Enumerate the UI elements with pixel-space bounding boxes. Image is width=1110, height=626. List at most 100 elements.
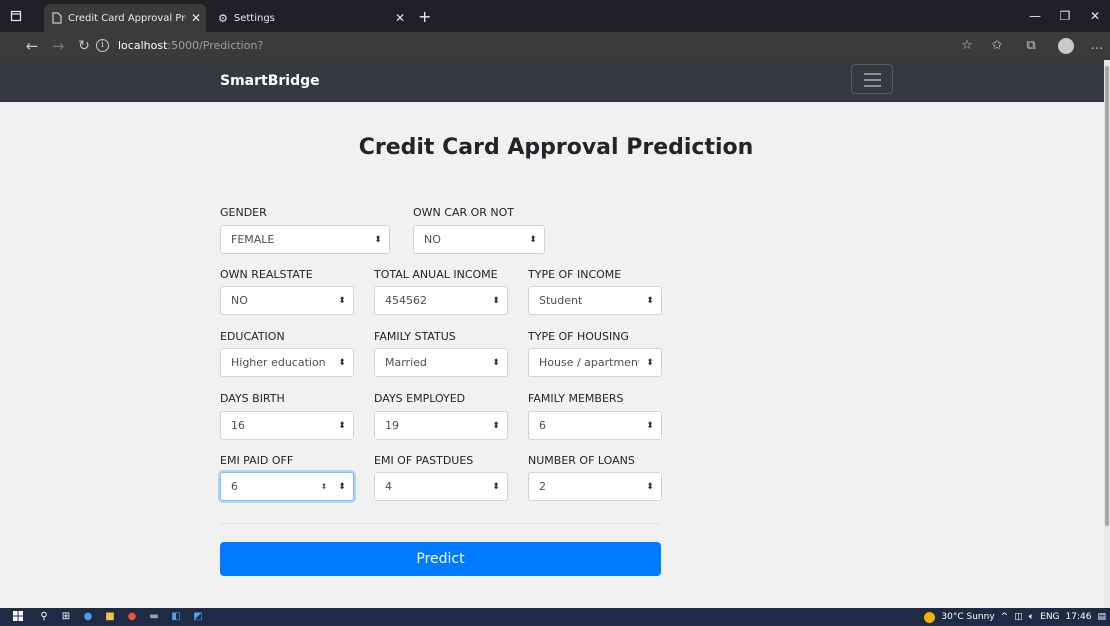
days-birth-select[interactable]: 16 ⬍ — [220, 411, 354, 440]
select-arrows-icon: ⬍ — [492, 420, 500, 431]
tab-actions-icon[interactable] — [10, 0, 22, 32]
family-status-value: Married — [385, 356, 427, 369]
days-birth-label: DAYS BIRTH — [220, 392, 285, 405]
scrollbar-thumb[interactable] — [1105, 66, 1109, 526]
number-of-loans-value: 2 — [539, 480, 546, 493]
tab-settings[interactable]: ⚙ Settings ✕ — [210, 4, 410, 32]
photos-icon[interactable]: ◩ — [192, 611, 204, 623]
windows-start-icon[interactable] — [12, 611, 24, 623]
family-status-label: FAMILY STATUS — [374, 330, 456, 343]
gender-label: GENDER — [220, 206, 267, 219]
select-arrows-icon: ⬍ — [646, 420, 654, 431]
own-car-select[interactable]: NO ⬍ — [413, 225, 545, 254]
own-realstate-select[interactable]: NO ⬍ — [220, 286, 354, 315]
url-host: localhost — [118, 39, 168, 52]
site-navbar: SmartBridge — [0, 60, 1104, 102]
more-options-icon[interactable]: … — [1086, 32, 1108, 60]
back-icon[interactable]: ← — [20, 32, 44, 60]
income-type-value: Student — [539, 294, 583, 307]
family-members-label: FAMILY MEMBERS — [528, 392, 624, 405]
emi-paid-off-value: 6 — [231, 480, 238, 493]
own-realstate-label: OWN REALSTATE — [220, 268, 313, 281]
spinner-arrows-icon[interactable]: ⬍ — [317, 482, 331, 491]
tab-title: Settings — [233, 12, 275, 24]
navbar-brand[interactable]: SmartBridge — [220, 60, 320, 102]
own-car-label: OWN CAR OR NOT — [413, 206, 515, 219]
tab-credit-card-approval[interactable]: Credit Card Approval Prediction ✕ — [44, 4, 206, 32]
favorites-list-icon[interactable]: ✩ — [986, 32, 1008, 60]
income-type-select[interactable]: Student ⬍ — [528, 286, 662, 315]
url-path: :5000/Prediction? — [167, 39, 264, 52]
total-income-select[interactable]: 454562 ⬍ — [374, 286, 508, 315]
forward-icon[interactable]: → — [46, 32, 70, 60]
system-tray: 30°C Sunny ^ ◫ 🔈︎ ENG 17:46 ▤ — [924, 608, 1106, 626]
gender-select[interactable]: FEMALE ⬍ — [220, 225, 390, 254]
url-field[interactable]: localhost:5000/Prediction? — [118, 32, 263, 60]
family-members-select[interactable]: 6 ⬍ — [528, 411, 662, 440]
page-icon — [52, 12, 62, 24]
file-explorer-icon[interactable]: ■ — [104, 611, 116, 623]
close-window-icon[interactable]: ✕ — [1080, 0, 1110, 32]
network-icon[interactable]: ◫ — [1014, 612, 1023, 622]
weather-sun-icon — [924, 611, 936, 623]
chrome-icon[interactable]: ● — [126, 611, 138, 623]
notifications-icon[interactable]: ▤ — [1097, 612, 1106, 622]
window-controls: — ❐ ✕ — [1020, 0, 1110, 32]
predict-button[interactable]: Predict — [220, 542, 661, 576]
select-arrows-icon: ⬍ — [492, 357, 500, 368]
number-of-loans-label: NUMBER OF LOANS — [528, 454, 635, 467]
select-arrows-icon: ⬍ — [529, 234, 537, 245]
emi-paid-off-label: EMI PAID OFF — [220, 454, 294, 467]
weather-text[interactable]: 30°C Sunny — [941, 612, 994, 622]
favorite-star-icon[interactable]: ☆ — [956, 32, 978, 60]
select-arrows-icon: ⬍ — [646, 481, 654, 492]
minimize-icon[interactable]: — — [1020, 0, 1050, 32]
housing-type-select[interactable]: House / apartment ⬍ — [528, 348, 662, 377]
page-scrollbar[interactable] — [1104, 60, 1110, 608]
volume-icon[interactable]: 🔈︎ — [1029, 612, 1034, 622]
own-realstate-value: NO — [231, 294, 248, 307]
clock[interactable]: 17:46 — [1066, 612, 1092, 622]
select-arrows-icon: ⬍ — [338, 357, 346, 368]
days-birth-value: 16 — [231, 419, 245, 432]
profile-avatar[interactable] — [1058, 38, 1074, 54]
navbar-toggler-button[interactable] — [851, 64, 893, 94]
browser-tab-strip: Credit Card Approval Prediction ✕ ⚙ Sett… — [0, 0, 1110, 32]
total-income-value: 454562 — [385, 294, 427, 307]
gear-icon: ⚙ — [218, 11, 228, 25]
restore-icon[interactable]: ❐ — [1050, 0, 1080, 32]
total-income-label: TOTAL ANUAL INCOME — [374, 268, 498, 281]
edge-icon[interactable]: ● — [82, 611, 94, 623]
app-icon[interactable]: ▬ — [148, 611, 160, 623]
site-info-icon[interactable]: i — [96, 39, 109, 52]
tab-title: Credit Card Approval Prediction — [68, 12, 186, 24]
form-divider — [220, 523, 661, 524]
hamburger-icon-bar — [864, 85, 881, 87]
select-arrows-icon: ⬍ — [374, 234, 382, 245]
collections-icon[interactable]: ⧉ — [1020, 32, 1042, 60]
emi-pastdues-value: 4 — [385, 480, 392, 493]
family-status-select[interactable]: Married ⬍ — [374, 348, 508, 377]
new-tab-icon[interactable]: + — [418, 0, 431, 32]
task-view-icon[interactable]: ⊞ — [60, 611, 72, 623]
refresh-icon[interactable]: ↻ — [72, 32, 96, 60]
education-select[interactable]: Higher education ⬍ — [220, 348, 354, 377]
emi-pastdues-label: EMI OF PASTDUES — [374, 454, 474, 467]
tray-chevron-icon[interactable]: ^ — [1001, 612, 1009, 622]
days-employed-select[interactable]: 19 ⬍ — [374, 411, 508, 440]
select-arrows-icon: ⬍ — [492, 295, 500, 306]
emi-paid-off-input[interactable]: 6 ⬍ ⬍ — [220, 472, 354, 501]
close-tab-icon[interactable]: ✕ — [390, 11, 410, 25]
search-icon[interactable]: ⚲ — [38, 611, 50, 623]
vscode-icon[interactable]: ◧ — [170, 611, 182, 623]
emi-pastdues-select[interactable]: 4 ⬍ — [374, 472, 508, 501]
close-tab-icon[interactable]: ✕ — [186, 11, 206, 25]
select-arrows-icon: ⬍ — [646, 295, 654, 306]
number-of-loans-select[interactable]: 2 ⬍ — [528, 472, 662, 501]
select-arrows-icon: ⬍ — [646, 357, 654, 368]
address-bar: ← → ↻ i localhost:5000/Prediction? ☆ ✩ ⧉… — [0, 32, 1110, 60]
own-car-value: NO — [424, 233, 441, 246]
language-indicator[interactable]: ENG — [1040, 612, 1059, 622]
family-members-value: 6 — [539, 419, 546, 432]
hamburger-icon — [864, 73, 881, 75]
